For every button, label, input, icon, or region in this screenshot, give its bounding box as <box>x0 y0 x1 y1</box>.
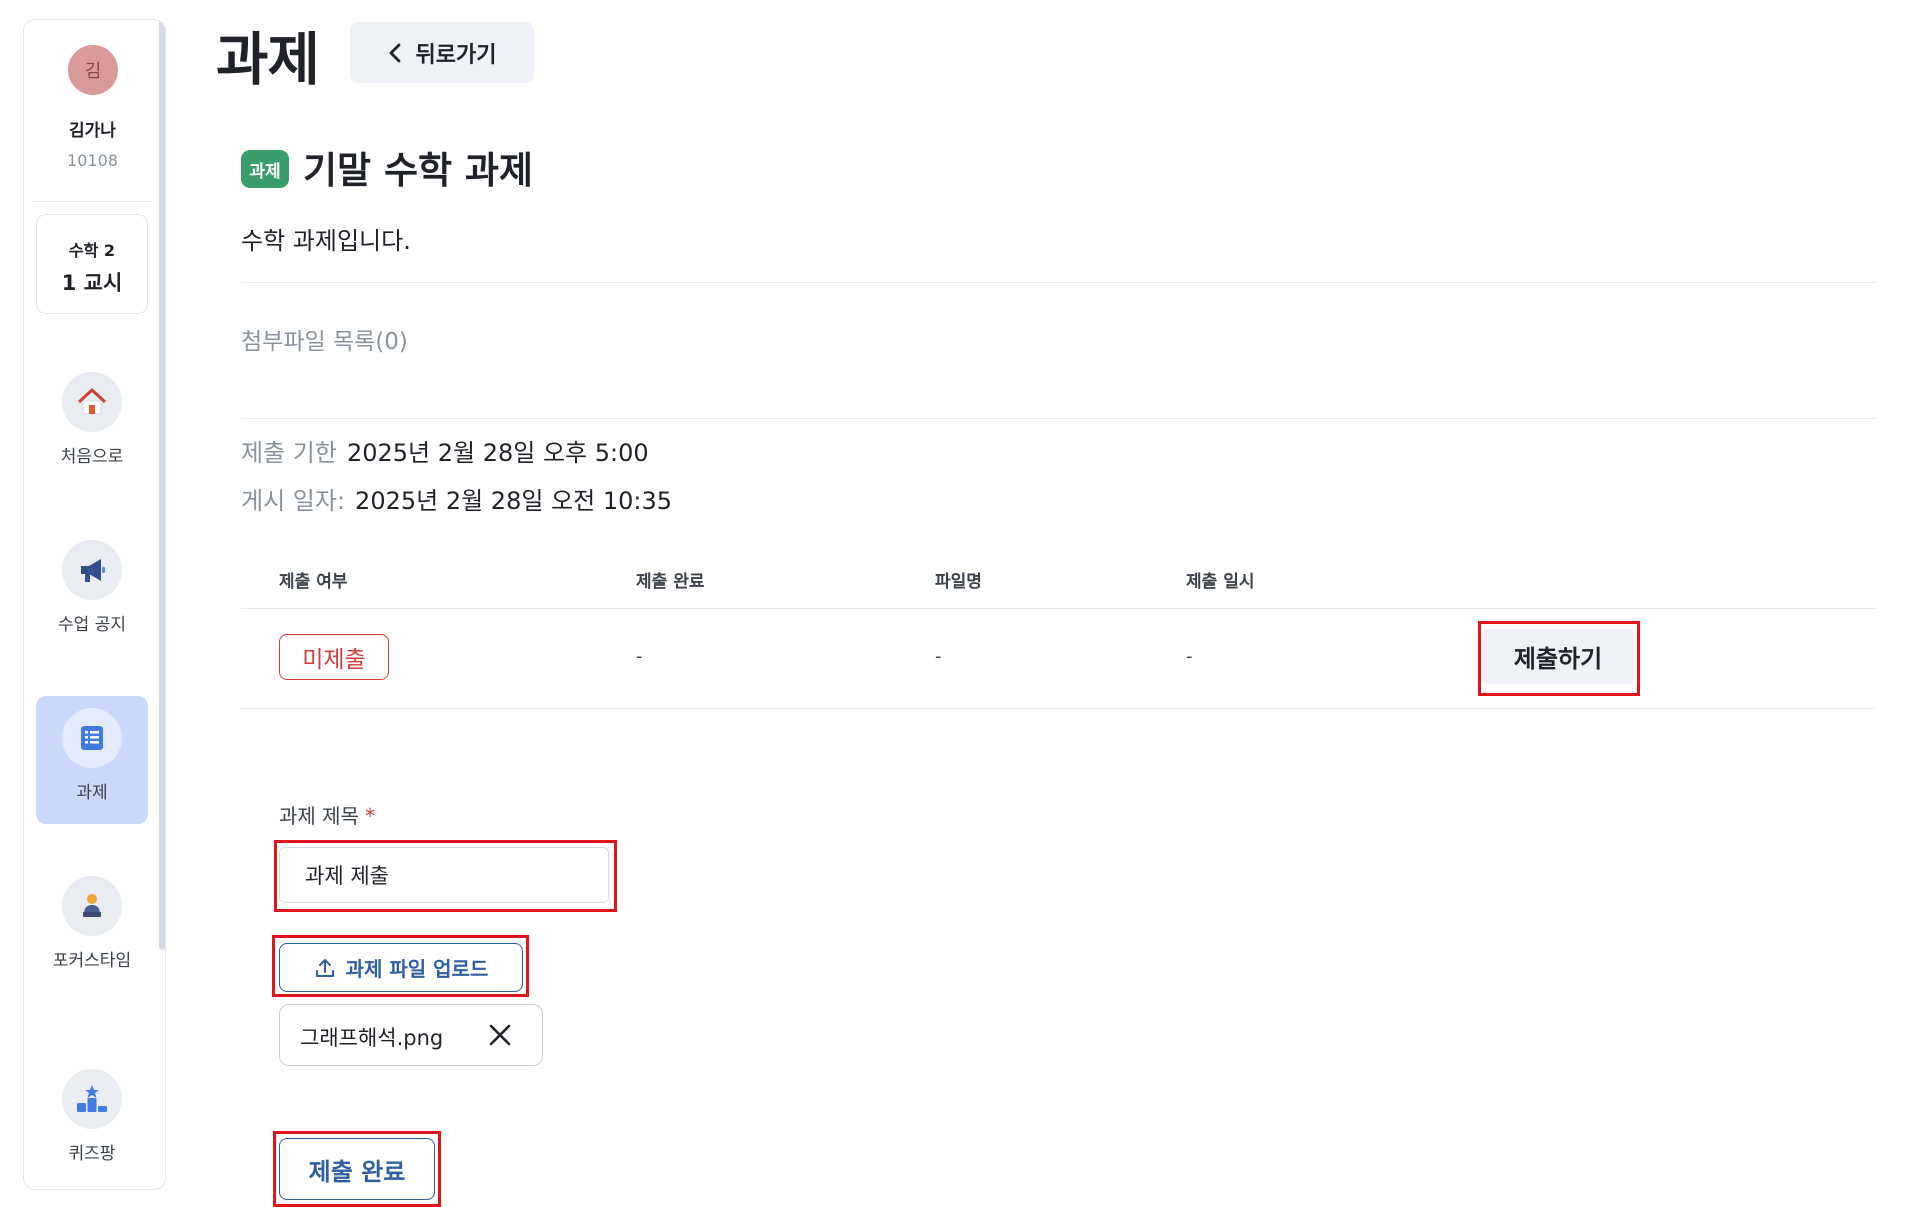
required-mark: * <box>364 804 375 828</box>
divider <box>241 418 1877 419</box>
title-field-label: 과제 제목 * <box>279 800 375 829</box>
table-row-divider <box>241 708 1877 709</box>
user-id: 10108 <box>67 151 118 170</box>
assignment-badge: 과제 <box>241 150 289 188</box>
close-icon[interactable] <box>485 1020 515 1050</box>
back-button-label: 뒤로가기 <box>415 42 497 68</box>
sidebar-item-label: 퀴즈팡 <box>68 1144 116 1164</box>
sidebar-item-label: 포커스타임 <box>52 951 132 971</box>
due-label: 제출 기한 <box>241 439 337 467</box>
sidebar-item-home[interactable]: 처음으로 <box>36 360 148 488</box>
user-name: 김가나 <box>69 121 116 141</box>
due-value: 2025년 2월 28일 오후 5:00 <box>346 439 649 467</box>
submit-complete-button[interactable]: 제출 완료 <box>279 1138 435 1200</box>
column-header-status: 제출 여부 <box>279 572 348 592</box>
divider <box>241 282 1877 283</box>
megaphone-icon <box>62 540 122 600</box>
assignment-description: 수학 과제입니다. <box>241 227 411 255</box>
due-date-row: 제출 기한 2025년 2월 28일 오후 5:00 <box>241 433 649 468</box>
sidebar: 김 김가나 10108 수학 2 1 교시 처음으로 수업 공지 과제 포커스타… <box>23 19 166 1190</box>
upload-file-button[interactable]: 과제 파일 업로드 <box>279 943 523 992</box>
sidebar-item-focus-time[interactable]: 포커스타임 <box>36 864 148 992</box>
posted-label: 게시 일자: <box>241 487 346 515</box>
status-badge: 미제출 <box>279 634 389 680</box>
attachments-label: 첨부파일 목록(0) <box>241 329 408 355</box>
sidebar-divider <box>34 201 151 202</box>
sidebar-item-label: 수업 공지 <box>58 615 126 635</box>
period-subject: 수학 2 <box>68 241 116 260</box>
list-icon <box>62 708 122 768</box>
assignment-title: 기말 수학 과제 <box>303 149 534 192</box>
sidebar-item-notice[interactable]: 수업 공지 <box>36 528 148 656</box>
page-title: 과제 <box>216 27 320 93</box>
period-number: 1 교시 <box>61 271 123 295</box>
column-header-submitted-at: 제출 일시 <box>1186 572 1255 592</box>
table-header-divider <box>241 608 1877 609</box>
upload-file-label: 과제 파일 업로드 <box>345 957 489 981</box>
focus-person-icon <box>62 876 122 936</box>
period-card: 수학 2 1 교시 <box>36 214 148 314</box>
sidebar-item-label: 처음으로 <box>60 447 124 467</box>
submit-button[interactable]: 제출하기 <box>1482 629 1634 684</box>
file-chip-name: 그래프해석.png <box>300 1026 444 1050</box>
cell-completed: - <box>636 646 643 667</box>
sidebar-item-assignment[interactable]: 과제 <box>36 696 148 824</box>
file-chip: 그래프해석.png <box>279 1004 543 1066</box>
upload-icon <box>315 958 334 977</box>
podium-icon <box>62 1069 122 1129</box>
posted-date-row: 게시 일자: 2025년 2월 28일 오전 10:35 <box>241 481 672 516</box>
home-icon <box>62 372 122 432</box>
column-header-completed: 제출 완료 <box>636 572 705 592</box>
chevron-left-icon <box>389 43 400 62</box>
sidebar-item-label: 과제 <box>76 783 108 803</box>
posted-value: 2025년 2월 28일 오전 10:35 <box>355 487 673 515</box>
column-header-file-name: 파일명 <box>935 572 982 592</box>
title-input[interactable] <box>279 847 609 903</box>
avatar-initial: 김 <box>84 61 102 82</box>
cell-file-name: - <box>935 646 942 667</box>
cell-submitted-at: - <box>1186 646 1193 667</box>
avatar: 김 <box>68 45 118 95</box>
sidebar-item-quiz[interactable]: 퀴즈팡 <box>36 1057 148 1185</box>
back-button[interactable]: 뒤로가기 <box>350 22 534 83</box>
title-field-label-text: 과제 제목 <box>279 804 359 828</box>
